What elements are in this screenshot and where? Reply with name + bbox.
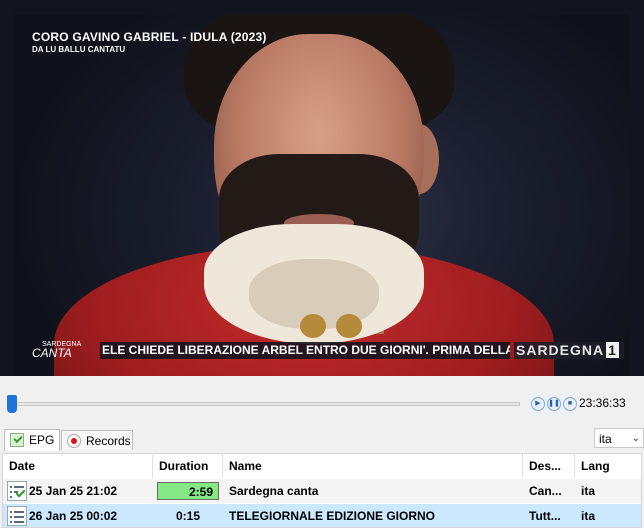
record-icon (67, 434, 81, 448)
video-player[interactable]: CORO GAVINO GABRIEL - IDULA (2023) DA LU… (0, 0, 644, 376)
column-header-date[interactable]: Date (3, 454, 153, 478)
recorded-status-icon (7, 481, 27, 501)
column-header-description[interactable]: Des... (523, 454, 575, 478)
table-row[interactable]: 25 Jan 25 21:02 2:59 Sardegna canta Can.… (3, 479, 641, 503)
cell-name: TELEGIORNALE EDIZIONE GIORNO (229, 509, 436, 523)
collar-clasp-right (336, 314, 362, 338)
epg-icon (10, 433, 24, 447)
schedule-list-icon (7, 506, 27, 526)
tab-records[interactable]: Records (61, 430, 133, 450)
column-header-duration[interactable]: Duration (153, 454, 223, 478)
overlay-title: CORO GAVINO GABRIEL - IDULA (2023) (32, 30, 267, 44)
cell-date: 26 Jan 25 00:02 (29, 509, 118, 523)
collar-clasp-left (300, 314, 326, 338)
column-header-lang[interactable]: Lang (575, 454, 641, 478)
tab-epg[interactable]: EPG (4, 429, 60, 451)
pause-icon[interactable]: ❚❚ (547, 397, 561, 411)
cell-date: 25 Jan 25 21:02 (29, 484, 118, 498)
column-header-name[interactable]: Name (223, 454, 523, 478)
chevron-down-icon: ⌄ (631, 433, 640, 444)
seek-thumb[interactable] (7, 395, 17, 413)
channel-name: SARDEGNA (516, 342, 605, 358)
news-ticker: SARDEGNA CANTA ELE CHIEDE LIBERAZIONE AR… (14, 340, 630, 364)
channel-logo: SARDEGNA 1 (514, 342, 624, 359)
ticker-text: ELE CHIEDE LIBERAZIONE ARBEL ENTRO DUE G… (100, 342, 510, 359)
duration-badge: 2:59 (157, 482, 219, 500)
playback-bar: ▶ ❚❚ ■ 23:36:33 (0, 392, 644, 416)
epg-table: Date Duration Name Des... Lang 25 Jan 25… (2, 453, 642, 528)
stop-icon[interactable]: ■ (563, 397, 577, 411)
play-icon[interactable]: ▶ (531, 397, 545, 411)
tab-records-label: Records (86, 434, 131, 448)
cell-description: Can... (529, 484, 562, 498)
canta-logo-bottom: CANTA (32, 346, 72, 360)
cell-lang: ita (581, 509, 596, 523)
language-select[interactable]: ita ⌄ (594, 428, 644, 448)
cell-name: Sardegna canta (229, 484, 319, 498)
time-display: 23:36:33 (579, 396, 626, 410)
cell-lang: ita (581, 484, 596, 498)
video-frame (14, 14, 630, 376)
channel-number: 1 (606, 342, 619, 358)
language-select-value: ita (599, 432, 612, 446)
cell-duration: 2:59 (153, 479, 223, 503)
tab-epg-label: EPG (29, 433, 55, 447)
overlay-subtitle: DA LU BALLU CANTATU (32, 45, 126, 54)
sardegna-canta-logo: SARDEGNA CANTA (28, 340, 104, 362)
tab-strip: EPG Records ita ⌄ (0, 426, 644, 452)
table-row[interactable]: 26 Jan 25 00:02 0:15 TELEGIORNALE EDIZIO… (3, 504, 641, 527)
cell-description: Tutt... (529, 509, 561, 523)
seek-track[interactable] (8, 402, 520, 406)
cell-duration: 0:15 (175, 509, 201, 523)
